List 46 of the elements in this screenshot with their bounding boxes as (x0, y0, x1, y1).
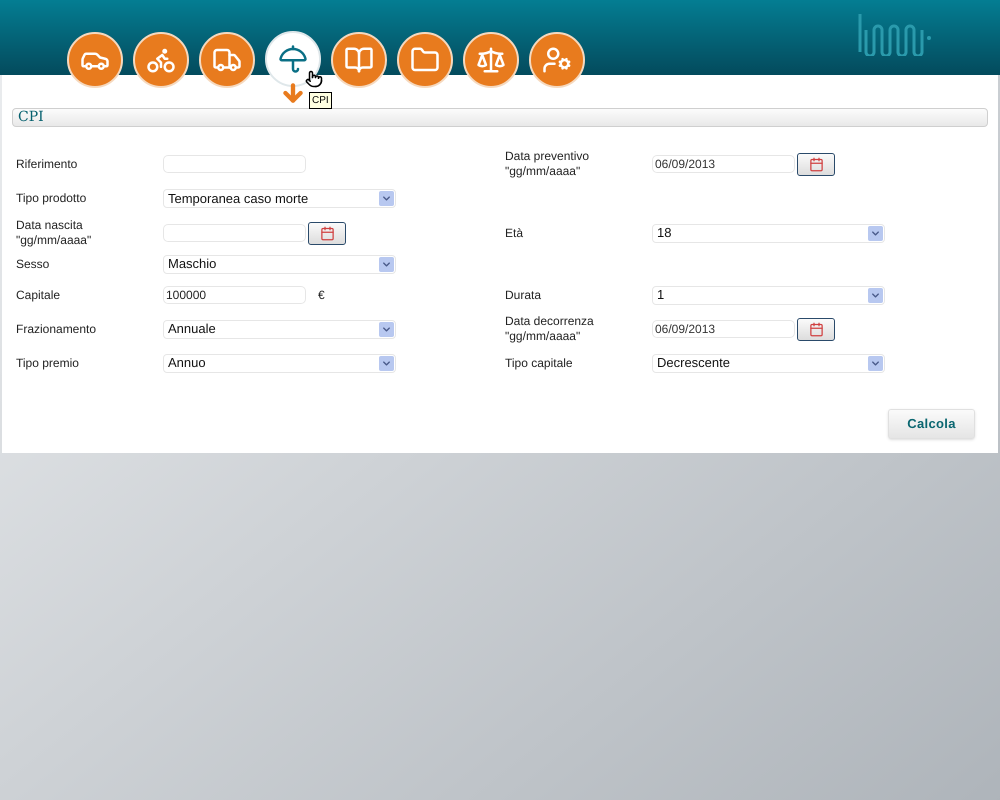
text-field[interactable] (163, 155, 306, 173)
chevron-down-icon (379, 322, 394, 336)
field-label: Capitale (16, 288, 62, 302)
chevron-down-icon (868, 288, 883, 302)
dropdown[interactable]: 18 (652, 224, 885, 242)
field-label: Durata (505, 288, 542, 302)
dropdown[interactable]: Annuo (163, 354, 396, 372)
tooltip: CPI (309, 92, 332, 109)
chevron-down-icon (379, 256, 394, 272)
field-label: Tipo capitale (505, 356, 574, 370)
calculate-button[interactable]: Calcola (888, 409, 975, 439)
date-field[interactable]: 06/09/2013 (652, 155, 795, 173)
dropdown[interactable]: Maschio (163, 254, 396, 274)
scale-icon (476, 45, 506, 75)
text-field[interactable]: 100000 (163, 286, 306, 304)
umbrella-icon (278, 44, 308, 74)
chevron-down-icon (868, 356, 883, 370)
calendar-button[interactable] (797, 318, 835, 340)
calendar-icon (808, 322, 824, 336)
section-header: CPI (12, 108, 988, 127)
field-label: Tipo premio (16, 356, 80, 370)
chevron-down-icon (379, 356, 394, 370)
dropdown[interactable]: Temporanea caso morte (163, 189, 396, 208)
dropdown[interactable]: Decrescente (652, 354, 885, 372)
chevron-down-icon (379, 191, 394, 206)
field-label: Frazionamento (16, 322, 98, 336)
field-label: Data nascita "gg/mm/aaaa" (16, 218, 92, 248)
calendar-button[interactable] (308, 222, 346, 244)
book-icon (344, 45, 374, 75)
dropdown[interactable]: 1 (652, 286, 885, 304)
date-field[interactable]: 06/09/2013 (652, 320, 795, 338)
user-gear-icon (542, 45, 572, 75)
field-label: Tipo prodotto (16, 191, 88, 206)
field-label: Sesso (16, 256, 50, 272)
calendar-icon (808, 156, 824, 172)
date-field[interactable] (163, 224, 306, 242)
field-label: Età (505, 226, 524, 240)
field-label: Data preventivo "gg/mm/aaaa" (505, 149, 590, 179)
hand-cursor-icon (305, 70, 323, 88)
calendar-button[interactable] (797, 152, 835, 176)
field-label: Data decorrenza "gg/mm/aaaa" (505, 314, 595, 344)
calendar-icon (320, 226, 334, 240)
chevron-down-icon (868, 226, 883, 240)
field-label: Riferimento (16, 156, 78, 172)
dropdown[interactable]: Annuale (163, 320, 396, 338)
currency-symbol: € (318, 287, 325, 304)
